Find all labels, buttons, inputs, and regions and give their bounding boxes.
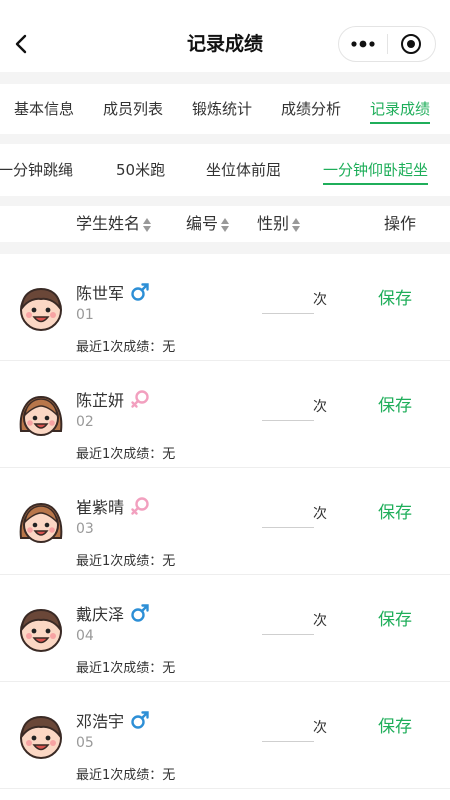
- sort-icon: [143, 217, 152, 232]
- subtab-one-minute-rope[interactable]: 一分钟跳绳: [0, 144, 73, 196]
- recent-score-label: 最近1次成绩：: [76, 340, 163, 355]
- student-name: 崔紫晴: [76, 498, 125, 517]
- score-input[interactable]: [262, 613, 314, 635]
- recent-score-label: 最近1次成绩：: [76, 554, 163, 569]
- score-unit: 次: [313, 292, 327, 308]
- recent-score: 最近1次成绩：无: [76, 336, 175, 355]
- student-name: 陈芷妍: [76, 391, 125, 410]
- student-number: 03: [76, 521, 94, 537]
- save-button[interactable]: 保存: [378, 391, 412, 416]
- student-number: 05: [76, 735, 94, 751]
- subtab-sit-and-reach[interactable]: 坐位体前屈: [206, 144, 281, 196]
- subtab-one-minute-situps[interactable]: 一分钟仰卧起坐: [323, 144, 429, 196]
- navigation-bar: 记录成绩: [0, 0, 450, 72]
- score-unit: 次: [313, 613, 327, 629]
- table-header: 学生姓名 编号 性别 操作: [0, 206, 450, 242]
- girl-avatar-icon: [19, 502, 63, 543]
- student-number: 02: [76, 414, 94, 430]
- column-action-label: 操作: [384, 214, 417, 233]
- recent-score: 最近1次成绩：无: [76, 550, 175, 569]
- more-dots-icon: [351, 40, 375, 48]
- sort-by-gender[interactable]: 性别: [257, 206, 301, 242]
- tab-member-list[interactable]: 成员列表: [103, 84, 163, 134]
- recent-score-value: 无: [162, 661, 176, 676]
- recent-score-value: 无: [162, 768, 176, 783]
- student-row: 陈芷妍 02 次 保存 最近1次成绩：无: [0, 361, 450, 468]
- student-number: 01: [76, 307, 94, 323]
- recent-score-label: 最近1次成绩：: [76, 768, 163, 783]
- close-mini-program-button[interactable]: [388, 27, 436, 61]
- student-number: 04: [76, 628, 94, 644]
- female-icon: [131, 497, 149, 515]
- recent-score-value: 无: [162, 447, 176, 462]
- score-unit: 次: [313, 399, 327, 415]
- recent-score-label: 最近1次成绩：: [76, 661, 163, 676]
- boy-avatar-icon: [20, 715, 62, 759]
- save-button[interactable]: 保存: [378, 284, 412, 309]
- column-number-label: 编号: [186, 214, 219, 233]
- student-row: 崔紫晴 03 次 保存 最近1次成绩：无: [0, 468, 450, 575]
- target-circle-icon: [401, 34, 422, 54]
- save-button[interactable]: 保存: [378, 712, 412, 737]
- student-row: 陈世军 01 次 保存 最近1次成绩：无: [0, 254, 450, 361]
- sort-icon: [221, 217, 230, 232]
- student-row: 戴庆泽 04 次 保存 最近1次成绩：无: [0, 575, 450, 682]
- male-icon: [131, 604, 149, 622]
- recent-score-value: 无: [162, 340, 176, 355]
- boy-avatar-icon: [20, 287, 62, 331]
- student-list: 陈世军 01 次 保存 最近1次成绩：无 陈芷妍 02 次 保存 最近1次成绩：…: [0, 254, 450, 789]
- recent-score-label: 最近1次成绩：: [76, 447, 163, 462]
- score-input[interactable]: [262, 292, 314, 314]
- save-button[interactable]: 保存: [378, 605, 412, 630]
- event-tab-bar: 一分钟跳绳 50米跑 坐位体前屈 一分钟仰卧起坐: [0, 144, 450, 196]
- sort-by-number[interactable]: 编号: [186, 206, 230, 242]
- save-button[interactable]: 保存: [378, 498, 412, 523]
- female-icon: [131, 390, 149, 408]
- column-name-label: 学生姓名: [76, 214, 141, 233]
- recent-score: 最近1次成绩：无: [76, 443, 175, 462]
- score-unit: 次: [313, 720, 327, 736]
- tab-basic-info[interactable]: 基本信息: [14, 84, 74, 134]
- boy-avatar-icon: [20, 608, 62, 652]
- score-unit: 次: [313, 506, 327, 522]
- recent-score: 最近1次成绩：无: [76, 764, 175, 783]
- more-menu-button[interactable]: [339, 27, 387, 61]
- male-icon: [131, 283, 149, 301]
- tab-score-analysis[interactable]: 成绩分析: [281, 84, 341, 134]
- score-input[interactable]: [262, 720, 314, 742]
- score-input[interactable]: [262, 399, 314, 421]
- girl-avatar-icon: [19, 395, 63, 436]
- tab-record-score[interactable]: 记录成绩: [370, 84, 431, 134]
- subtab-50m-run[interactable]: 50米跑: [116, 144, 165, 196]
- column-gender-label: 性别: [257, 214, 290, 233]
- sort-icon: [292, 217, 301, 232]
- student-row: 邓浩宇 05 次 保存 最近1次成绩：无: [0, 682, 450, 789]
- score-input[interactable]: [262, 506, 314, 528]
- student-name: 陈世军: [76, 284, 125, 303]
- tab-exercise-stats[interactable]: 锻炼统计: [192, 84, 252, 134]
- student-name: 戴庆泽: [76, 605, 125, 624]
- top-tab-bar: 基本信息 成员列表 锻炼统计 成绩分析 记录成绩: [0, 84, 450, 134]
- recent-score-value: 无: [162, 554, 176, 569]
- male-icon: [131, 711, 149, 729]
- recent-score: 最近1次成绩：无: [76, 657, 175, 676]
- student-name: 邓浩宇: [76, 712, 125, 731]
- sort-by-name[interactable]: 学生姓名: [76, 206, 152, 242]
- mini-program-capsule: [338, 26, 436, 62]
